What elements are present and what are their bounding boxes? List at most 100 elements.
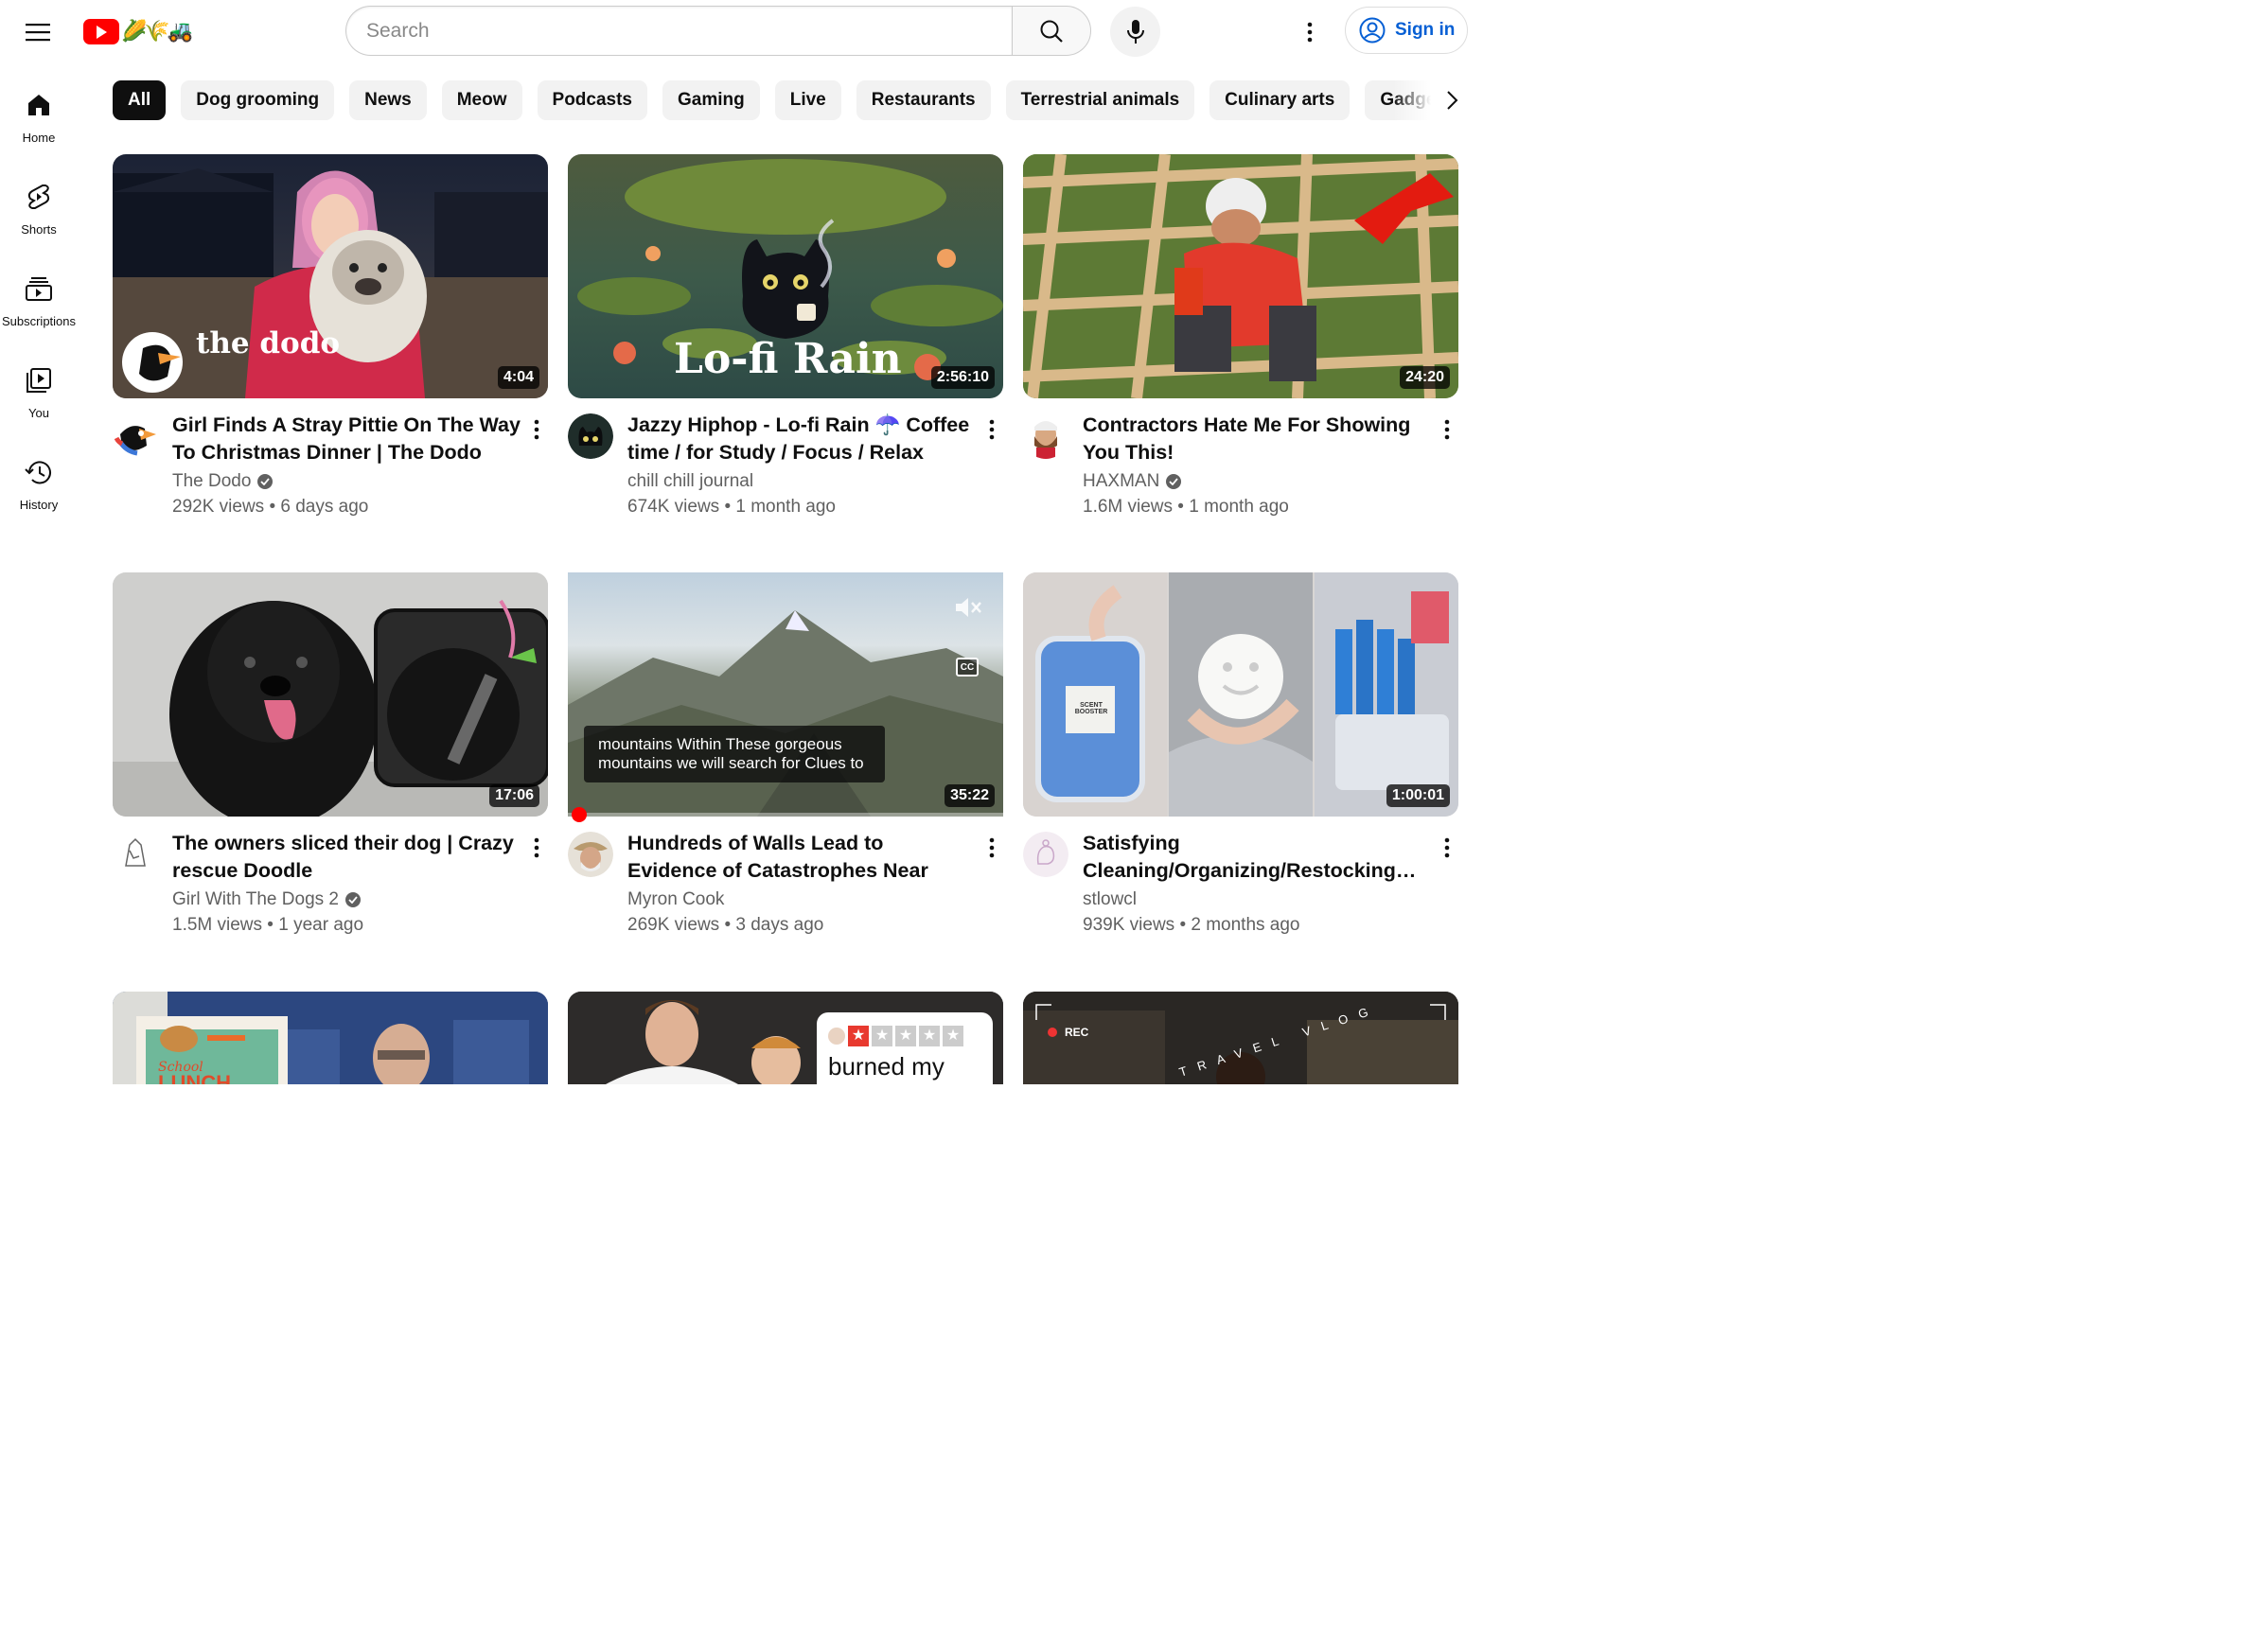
channel-name-row[interactable]: stlowcl bbox=[1083, 889, 1137, 910]
video-title[interactable]: Girl Finds A Stray Pittie On The Way To … bbox=[172, 412, 522, 466]
video-stats: 674K views • 1 month ago bbox=[627, 497, 837, 517]
caption-text: mountains Within These gorgeous mountain… bbox=[584, 726, 885, 782]
channel-name-row[interactable]: Myron Cook bbox=[627, 889, 724, 910]
channel-name: Myron Cook bbox=[627, 889, 725, 909]
sidebar-item-label: Subscriptions bbox=[1, 314, 77, 328]
video-title[interactable]: Jazzy Hiphop - Lo-fi Rain ☂️ Coffee time… bbox=[627, 412, 978, 466]
chip-terrestrial-animals[interactable]: Terrestrial animals bbox=[1005, 80, 1195, 120]
reviewer-avatar bbox=[828, 1028, 845, 1045]
chip-gaming[interactable]: Gaming bbox=[662, 80, 760, 120]
channel-avatar[interactable] bbox=[113, 832, 158, 877]
vertical-dots-icon bbox=[1444, 837, 1450, 858]
channel-name: The Dodo bbox=[172, 471, 252, 491]
channel-name-row[interactable]: Girl With The Dogs 2 bbox=[172, 889, 361, 910]
search-input[interactable] bbox=[345, 6, 1012, 56]
video-thumbnail[interactable]: the dodo 4:04 bbox=[113, 154, 548, 398]
you-icon bbox=[25, 366, 53, 395]
chip-podcasts[interactable]: Podcasts bbox=[537, 80, 647, 120]
settings-more-button[interactable] bbox=[1291, 13, 1329, 51]
video-preview-player[interactable]: CC mountains Within These gorgeous mount… bbox=[568, 572, 1003, 822]
duration-badge: 1:00:01 bbox=[1386, 784, 1450, 807]
video-stats: 1.5M views • 1 year ago bbox=[172, 915, 364, 935]
star-empty-icon: ★ bbox=[872, 1026, 892, 1046]
video-card: ★ ★ ★ ★ ★ burned my bbox=[568, 992, 1003, 1084]
sidebar-item-you[interactable]: You bbox=[0, 351, 78, 443]
video-details: Contractors Hate Me For Showing You This… bbox=[1023, 398, 1458, 517]
search-button[interactable] bbox=[1012, 6, 1091, 56]
duration-badge: 4:04 bbox=[497, 366, 539, 389]
video-thumbnail[interactable]: 17:06 bbox=[113, 572, 548, 817]
channel-name-row[interactable]: HAXMAN bbox=[1083, 471, 1182, 492]
home-icon bbox=[25, 91, 53, 119]
video-title[interactable]: Hundreds of Walls Lead to Evidence of Ca… bbox=[627, 830, 978, 885]
duration-badge: 35:22 bbox=[945, 784, 995, 807]
closed-captions-button[interactable]: CC bbox=[956, 658, 979, 677]
video-thumbnail[interactable]: SCENT BOOSTER 1:00:01 bbox=[1023, 572, 1458, 817]
sidebar-item-history[interactable]: History bbox=[0, 443, 78, 535]
channel-avatar[interactable] bbox=[113, 413, 158, 459]
video-stats: 269K views • 3 days ago bbox=[627, 915, 824, 935]
video-title[interactable]: Satisfying Cleaning/Organizing/Restockin… bbox=[1083, 830, 1433, 885]
chip-meow[interactable]: Meow bbox=[441, 80, 522, 120]
video-title[interactable]: The owners sliced their dog | Crazy resc… bbox=[172, 830, 522, 885]
top-bar: 🌽🌾🚜 Sign in bbox=[0, 0, 1469, 62]
chip-all[interactable]: All bbox=[113, 80, 167, 120]
search-icon bbox=[1040, 20, 1063, 43]
video-thumbnail[interactable]: School LUNCH bbox=[113, 992, 548, 1084]
review-card-overlay: ★ ★ ★ ★ ★ burned my bbox=[817, 1012, 993, 1084]
review-text: burned my bbox=[828, 1052, 945, 1081]
sidebar-item-shorts[interactable]: Shorts bbox=[0, 167, 78, 259]
video-options-button[interactable] bbox=[980, 834, 1003, 862]
video-options-button[interactable] bbox=[1436, 415, 1458, 444]
chips-next-button[interactable] bbox=[1433, 81, 1471, 119]
guide-menu-button[interactable] bbox=[19, 13, 57, 51]
chip-dog-grooming[interactable]: Dog grooming bbox=[181, 80, 335, 120]
video-options-button[interactable] bbox=[1436, 834, 1458, 862]
channel-name-row[interactable]: chill chill journal bbox=[627, 471, 753, 492]
video-details: The owners sliced their dog | Crazy resc… bbox=[113, 817, 548, 935]
vertical-dots-icon bbox=[989, 419, 995, 440]
video-options-button[interactable] bbox=[980, 415, 1003, 444]
filter-chip-bar: All Dog grooming News Meow Podcasts Gami… bbox=[113, 80, 1468, 120]
video-stats: 292K views • 6 days ago bbox=[172, 497, 369, 517]
mini-guide: Home Shorts Subscriptions You History bbox=[0, 76, 78, 535]
channel-avatar[interactable] bbox=[568, 413, 613, 459]
youtube-doodle-logo[interactable]: 🌽🌾🚜 bbox=[83, 17, 193, 45]
sidebar-item-subscriptions[interactable]: Subscriptions bbox=[0, 259, 78, 351]
video-thumbnail[interactable]: ★ ★ ★ ★ ★ burned my bbox=[568, 992, 1003, 1084]
verified-check-icon bbox=[344, 892, 361, 907]
video-thumbnail[interactable]: 24:20 bbox=[1023, 154, 1458, 398]
vertical-dots-icon bbox=[534, 837, 539, 858]
account-circle-icon bbox=[1359, 17, 1386, 44]
video-card: the dodo 4:04 Girl Finds A Stray Pittie … bbox=[113, 154, 548, 517]
history-icon bbox=[25, 458, 53, 486]
cc-icon: CC bbox=[960, 661, 975, 673]
sidebar-item-home[interactable]: Home bbox=[0, 76, 78, 167]
mute-button[interactable] bbox=[954, 595, 982, 624]
sign-in-button[interactable]: Sign in bbox=[1345, 7, 1468, 54]
thumbnail-cleaning-image bbox=[1023, 572, 1458, 817]
chip-restaurants[interactable]: Restaurants bbox=[856, 80, 991, 120]
voice-search-button[interactable] bbox=[1110, 7, 1160, 57]
channel-avatar[interactable] bbox=[568, 832, 613, 877]
chip-culinary-arts[interactable]: Culinary arts bbox=[1209, 80, 1351, 120]
star-rating: ★ ★ ★ ★ ★ bbox=[828, 1026, 981, 1046]
video-options-button[interactable] bbox=[525, 415, 548, 444]
video-card: 24:20 Contractors Hate Me For Showing Yo… bbox=[1023, 154, 1458, 517]
channel-avatar[interactable] bbox=[1023, 413, 1068, 459]
chip-news[interactable]: News bbox=[349, 80, 427, 120]
youtube-play-icon bbox=[83, 18, 119, 44]
thumbnail-overlay-text: the dodo bbox=[196, 326, 341, 360]
chip-live[interactable]: Live bbox=[774, 80, 841, 120]
channel-name-row[interactable]: The Dodo bbox=[172, 471, 274, 492]
star-filled-icon: ★ bbox=[848, 1026, 869, 1046]
duration-badge: 2:56:10 bbox=[930, 366, 995, 389]
video-thumbnail[interactable]: REC TRAVEL VLOG bbox=[1023, 992, 1458, 1084]
video-details: Satisfying Cleaning/Organizing/Restockin… bbox=[1023, 817, 1458, 935]
channel-avatar[interactable] bbox=[1023, 832, 1068, 877]
video-thumbnail[interactable]: Lo-fi Rain 2:56:10 bbox=[568, 154, 1003, 398]
video-details: Girl Finds A Stray Pittie On The Way To … bbox=[113, 398, 548, 517]
video-options-button[interactable] bbox=[525, 834, 548, 862]
video-title[interactable]: Contractors Hate Me For Showing You This… bbox=[1083, 412, 1433, 466]
search-box bbox=[345, 6, 1091, 56]
